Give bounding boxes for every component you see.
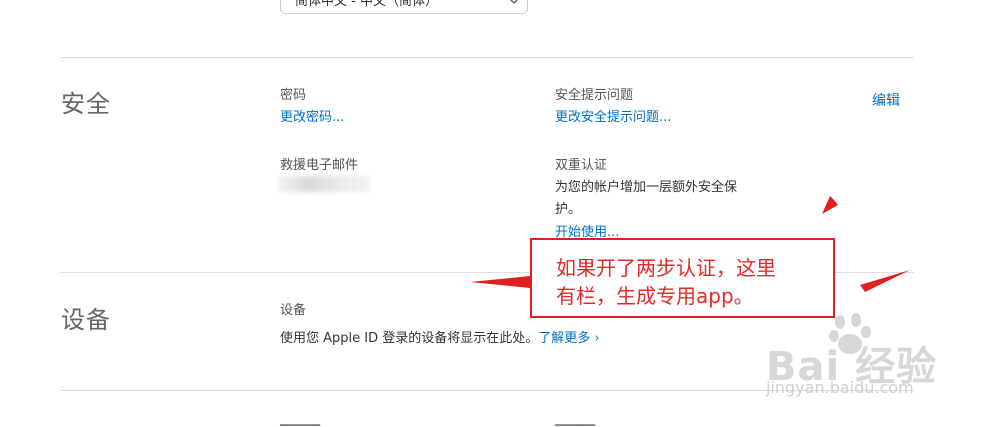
two-factor-description-line1: 为您的帐户增加一层额外安全保 <box>555 180 738 195</box>
divider <box>60 57 914 58</box>
annotation-line1: 如果开了两步认证，这里 <box>556 256 776 280</box>
section-title-security: 安全 <box>61 90 111 118</box>
learn-more-link[interactable]: 了解更多 › <box>538 331 599 346</box>
devices-label: 设备 <box>280 303 307 318</box>
baidu-watermark-url: jingyan.baidu.com <box>766 378 914 397</box>
password-label: 密码 <box>280 88 307 103</box>
devices-description: 使用您 Apple ID 登录的设备将显示在此处。了解更多 › <box>280 327 600 346</box>
chevron-down-icon <box>510 0 518 4</box>
two-factor-description-line2: 护。 <box>555 202 582 217</box>
language-select[interactable]: 简体中文 - 中文（简体） <box>280 0 528 14</box>
security-question-label: 安全提示问题 <box>555 88 634 103</box>
rescue-email-label: 救援电子邮件 <box>280 158 359 173</box>
devices-description-text: 使用您 Apple ID 登录的设备将显示在此处。 <box>280 331 539 346</box>
section-title-devices: 设备 <box>61 306 111 334</box>
arrow-icon <box>860 270 910 292</box>
language-select-value: 简体中文 - 中文（简体） <box>295 0 438 9</box>
arrow-icon <box>822 176 864 214</box>
annotation-line2: 有栏，生成专用app。 <box>556 284 754 308</box>
arrow-icon <box>470 276 530 288</box>
chevron-right-icon: › <box>594 331 600 346</box>
annotation-callout: 如果开了两步认证，这里 有栏，生成专用app。 <box>530 238 835 318</box>
rescue-email-value-blurred <box>278 176 370 192</box>
learn-more-label: 了解更多 <box>538 331 591 346</box>
two-factor-label: 双重认证 <box>555 158 608 173</box>
change-security-question-link[interactable]: 更改安全提示问题... <box>555 106 671 125</box>
edit-button[interactable]: 编辑 <box>872 90 900 110</box>
next-row-cut-off: ▁▁▁▁ <box>555 412 595 427</box>
change-password-link[interactable]: 更改密码... <box>280 106 344 125</box>
next-row-cut-off: ▁▁▁▁ <box>280 412 320 427</box>
